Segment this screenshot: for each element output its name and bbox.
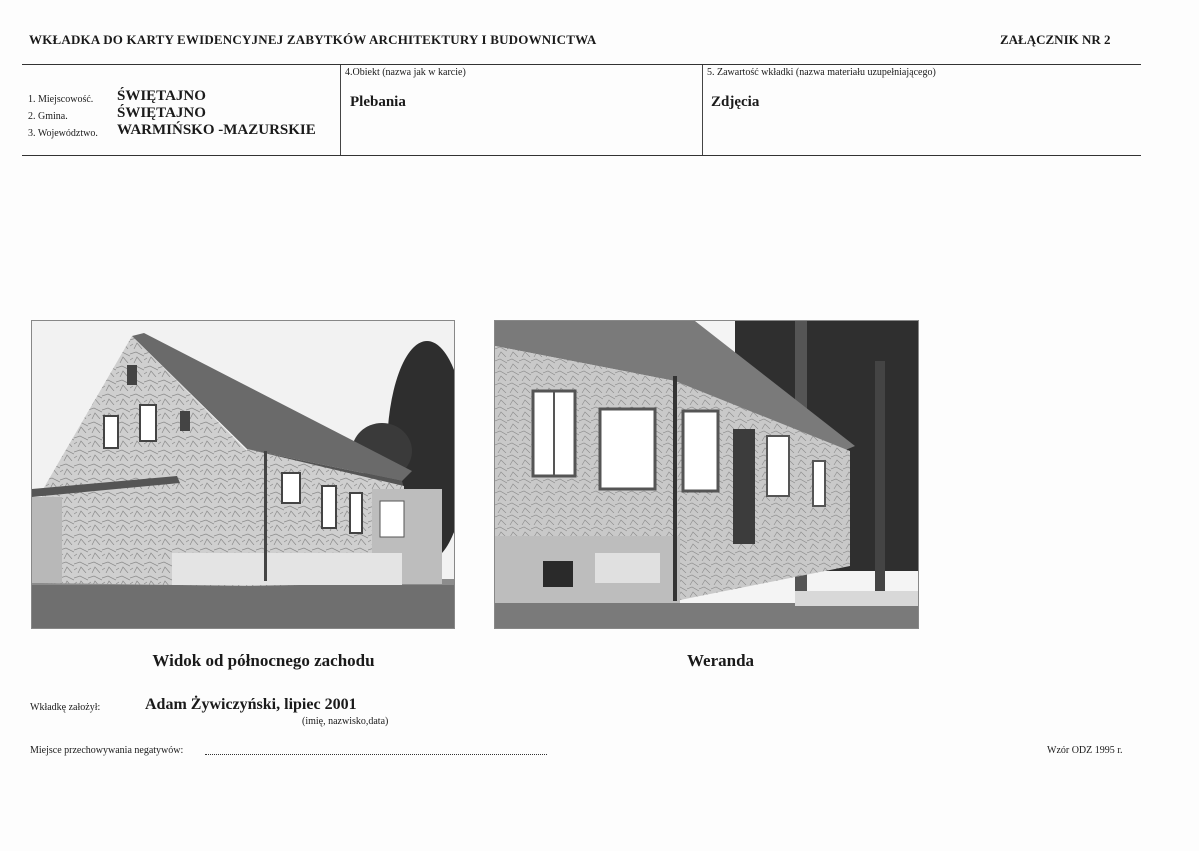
photo-veranda xyxy=(494,320,919,629)
commune-value: ŚWIĘTAJNO xyxy=(117,105,206,121)
annex-number: ZAŁĄCZNIK NR 2 xyxy=(1000,32,1111,47)
negatives-dotted-line xyxy=(205,744,547,755)
contents-value: Zdjęcia xyxy=(711,94,760,110)
column-divider xyxy=(340,65,341,155)
document-title: WKŁADKA DO KARTY EWIDENCYJNEJ ZABYTKÓW A… xyxy=(29,32,597,47)
location-block: 1. Miejscowość. ŚWIĘTAJNO 2. Gmina. ŚWIĘ… xyxy=(28,87,333,139)
town-value: ŚWIĘTAJNO xyxy=(117,88,206,104)
voivodeship-value: WARMIŃSKO -MAZURSKIE xyxy=(117,122,316,138)
contents-label: 5. Zawartość wkładki (nazwa materiału uz… xyxy=(707,67,936,78)
author-label: Wkładkę założył: xyxy=(30,702,101,713)
author-hint: (imię, nazwisko,data) xyxy=(302,716,389,727)
location-row-commune: 2. Gmina. ŚWIĘTAJNO xyxy=(28,105,333,122)
veranda-photo-image xyxy=(495,321,918,628)
commune-label: 2. Gmina. xyxy=(28,111,68,122)
voivodeship-label: 3. Województwo. xyxy=(28,128,98,139)
photo-caption-veranda: Weranda xyxy=(686,651,755,670)
photo-northwest-view xyxy=(31,320,455,629)
template-note: Wzór ODZ 1995 r. xyxy=(1047,745,1123,756)
author-value: Adam Żywiczyński, lipiec 2001 xyxy=(145,696,357,713)
location-row-town: 1. Miejscowość. ŚWIĘTAJNO xyxy=(28,87,333,105)
negatives-label: Miejsce przechowywania negatywów: xyxy=(30,745,184,756)
object-label: 4.Obiekt (nazwa jak w karcie) xyxy=(345,67,466,78)
column-divider xyxy=(702,65,703,155)
town-label: 1. Miejscowość. xyxy=(28,94,94,105)
photo-caption-northwest: Widok od północnego zachodu xyxy=(152,651,375,670)
house-photo-image xyxy=(32,321,454,628)
form-table: 1. Miejscowość. ŚWIĘTAJNO 2. Gmina. ŚWIĘ… xyxy=(22,64,1141,156)
object-value: Plebania xyxy=(350,94,406,110)
location-row-voivodeship: 3. Województwo. WARMIŃSKO -MAZURSKIE xyxy=(28,122,333,139)
